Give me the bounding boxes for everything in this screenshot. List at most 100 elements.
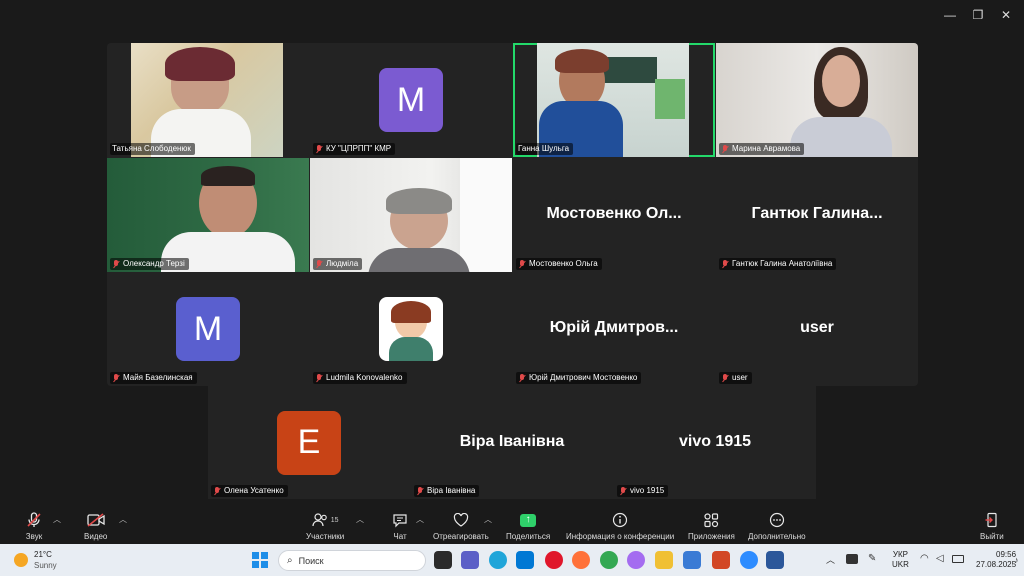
mic-muted-icon — [416, 486, 424, 496]
weather-description: Sunny — [34, 561, 57, 570]
edge-icon[interactable] — [489, 551, 507, 569]
clock[interactable]: 09:56 27.08.2025 — [976, 550, 1016, 570]
store-icon[interactable] — [516, 551, 534, 569]
chat-options-caret-icon[interactable]: ︿ — [416, 514, 424, 525]
task-view-icon[interactable] — [434, 551, 452, 569]
participant-name-label: Мостовенко Ольга — [516, 258, 602, 270]
volume-icon[interactable]: ◁ — [936, 553, 944, 564]
participant-name-label: Віра Іванівна — [414, 485, 480, 497]
firefox-icon[interactable] — [572, 551, 590, 569]
mic-muted-icon — [315, 144, 323, 154]
minimize-icon[interactable]: — — [940, 6, 960, 24]
start-button[interactable] — [252, 552, 268, 568]
info-icon — [610, 510, 630, 530]
video-off-icon — [86, 510, 106, 530]
participant-tile[interactable]: Ludmila Konovalenko — [310, 272, 512, 386]
participant-display-name: vivo 1915 — [678, 432, 752, 450]
apps-button[interactable]: Приложения — [688, 510, 735, 544]
react-button[interactable]: Отреагировать — [433, 510, 489, 544]
participant-name-label: Майя Базелинская — [110, 372, 197, 384]
pen-icon[interactable]: ✎ — [868, 553, 876, 564]
meeting-info-button[interactable]: Информация о конференции — [566, 510, 674, 544]
chat-button[interactable]: Чат — [390, 510, 410, 544]
dropbox-icon[interactable] — [846, 554, 858, 564]
participant-tile[interactable]: M КУ "ЦПРПП" КМР — [310, 43, 512, 157]
weather-temperature: 21°C — [34, 550, 52, 559]
avatar: M — [379, 68, 443, 132]
participant-name-label: Гантюк Галина Анатоліївна — [719, 258, 837, 270]
participants-button[interactable]: 15 Участники — [306, 510, 344, 544]
audio-options-caret-icon[interactable]: ︿ — [53, 514, 61, 525]
search-icon: ⌕ — [287, 555, 293, 566]
react-options-caret-icon[interactable]: ︿ — [484, 514, 492, 525]
mic-muted-icon — [112, 259, 120, 269]
leave-button[interactable]: Выйти — [980, 510, 1004, 544]
participants-icon: 15 — [307, 510, 343, 530]
powerpoint-icon[interactable] — [712, 551, 730, 569]
participant-tile[interactable]: Татьяна Слободенюк — [107, 43, 309, 157]
show-hidden-icons-chevron-icon[interactable]: ︿ — [826, 553, 835, 566]
copilot-icon[interactable] — [627, 551, 645, 569]
teams-icon[interactable] — [461, 551, 479, 569]
participant-tile[interactable]: Віра Іванівна Віра Іванівна — [411, 386, 613, 499]
notification-bell-icon[interactable]: ♪ — [1014, 555, 1019, 565]
participant-tile[interactable]: user user — [716, 272, 918, 386]
participants-options-caret-icon[interactable]: ︿ — [356, 514, 364, 525]
participant-name-label: Олена Усатенко — [211, 485, 288, 497]
close-icon[interactable]: ✕ — [996, 6, 1016, 24]
sun-icon — [14, 553, 28, 567]
participant-tile[interactable]: M Майя Базелинская — [107, 272, 309, 386]
participant-name-label: Юрій Дмитрович Мостовенко — [516, 372, 642, 384]
participant-tile[interactable]: Олександр Терзі — [107, 158, 309, 272]
chrome-icon[interactable] — [600, 551, 618, 569]
leave-door-icon — [982, 510, 1002, 530]
audio-button[interactable]: Звук — [24, 510, 44, 544]
more-icon — [767, 510, 787, 530]
participant-tile[interactable]: Марина Аврамова — [716, 43, 918, 157]
participant-name-label: КУ "ЦПРПП" КМР — [313, 143, 396, 155]
gallery-grid: Татьяна Слободенюк M КУ "ЦПРПП" КМР Ганн… — [107, 43, 918, 386]
share-screen-icon: ↑ — [518, 510, 538, 530]
language-indicator[interactable]: УКР UKR — [892, 550, 909, 570]
notepad-icon[interactable] — [683, 551, 701, 569]
restore-icon[interactable]: ❐ — [968, 6, 988, 24]
search-box[interactable]: ⌕ Поиск — [278, 550, 426, 571]
avatar: M — [176, 297, 240, 361]
apps-icon — [701, 510, 721, 530]
participant-name-label: Олександр Терзі — [110, 258, 189, 270]
participant-tile[interactable]: Людміла — [310, 158, 512, 272]
opera-icon[interactable] — [545, 551, 563, 569]
video-button[interactable]: Видео — [84, 510, 107, 544]
participant-display-name: user — [800, 319, 834, 336]
word-icon[interactable] — [766, 551, 784, 569]
participant-display-name: Гантюк Галина... — [751, 205, 883, 222]
participant-tile[interactable]: Мостовенко Ол... Мостовенко Ольга — [513, 158, 715, 272]
participants-count: 15 — [330, 516, 339, 524]
avatar: E — [277, 410, 341, 475]
heart-icon — [451, 510, 471, 530]
participant-display-name: Віра Іванівна — [459, 432, 565, 450]
profile-picture — [379, 297, 443, 361]
video-feed — [310, 158, 512, 272]
participant-tile-active-speaker[interactable]: Ганна Шульга — [513, 43, 715, 157]
file-explorer-icon[interactable] — [655, 551, 673, 569]
more-button[interactable]: Дополнительно — [748, 510, 806, 544]
participant-tile[interactable]: E Олена Усатенко — [208, 386, 410, 499]
zoom-icon[interactable] — [740, 551, 758, 569]
participant-tile[interactable]: Юрій Дмитров... Юрій Дмитрович Мостовенк… — [513, 272, 715, 386]
participant-tile[interactable]: Гантюк Галина... Гантюк Галина Анатоліїв… — [716, 158, 918, 272]
battery-icon[interactable] — [952, 555, 964, 563]
wifi-icon[interactable]: ◠ — [920, 553, 929, 564]
participant-name-label: Людміла — [313, 258, 363, 270]
video-options-caret-icon[interactable]: ︿ — [119, 514, 127, 525]
video-feed — [537, 43, 689, 157]
video-feed — [131, 43, 283, 157]
mic-muted-icon — [315, 373, 323, 383]
mic-muted-icon — [24, 510, 44, 530]
mic-muted-icon — [619, 486, 627, 496]
mic-muted-icon — [721, 144, 729, 154]
mic-muted-icon — [721, 259, 729, 269]
participant-tile[interactable]: vivo 1915 vivo 1915 — [614, 386, 816, 499]
share-screen-button[interactable]: ↑ Поделиться — [506, 510, 550, 544]
participant-display-name: Юрій Дмитров... — [549, 319, 679, 336]
